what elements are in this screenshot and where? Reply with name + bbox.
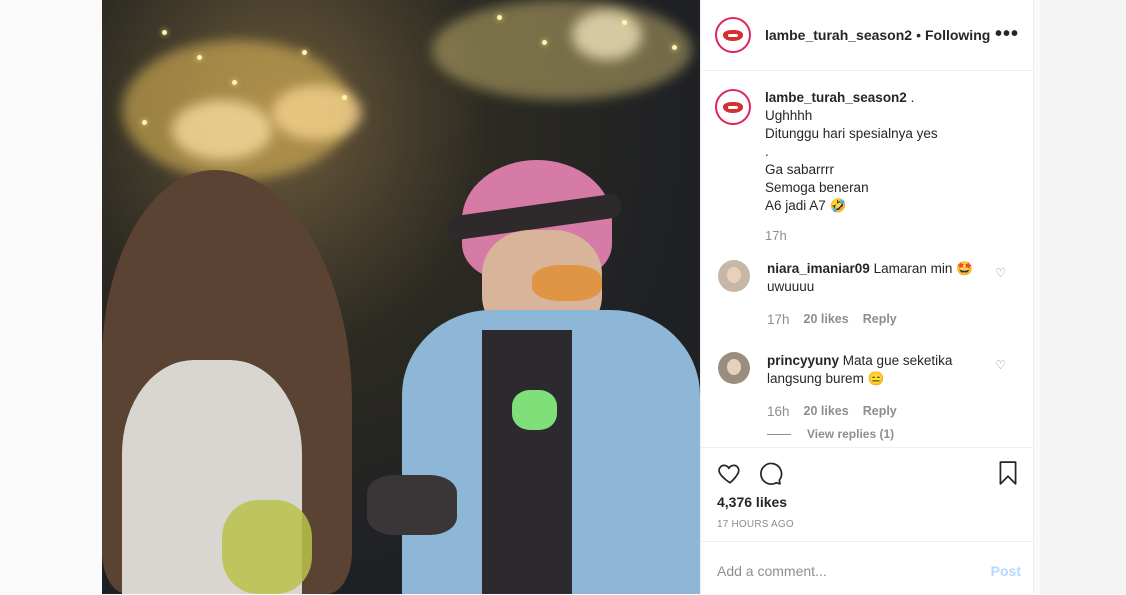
caption-line: lambe_turah_season2 .	[765, 90, 915, 105]
post-header: lambe_turah_season2 • Following •••	[701, 0, 1033, 71]
comment-meta: 16h 20 likes Reply	[767, 404, 897, 419]
commenter-username[interactable]: princyyuny	[767, 353, 839, 368]
more-options-icon[interactable]: •••	[995, 23, 1019, 46]
lips-logo-icon	[723, 102, 743, 113]
heart-icon[interactable]	[717, 460, 743, 486]
post-photo[interactable]	[102, 0, 700, 594]
post-panel: lambe_turah_season2 • Following ••• lamb…	[700, 0, 1034, 594]
post-timestamp[interactable]: 17 HOURS AGO	[717, 519, 794, 530]
replies-divider	[767, 433, 791, 435]
reply-button[interactable]: Reply	[863, 404, 897, 419]
comment-item: niara_imaniar09 Lamaran min 🤩 uwuuuu ♡	[718, 260, 1018, 296]
comment-time[interactable]: 16h	[767, 404, 790, 419]
comment-meta: 17h 20 likes Reply	[767, 312, 897, 327]
comment-input[interactable]: Add a comment...	[717, 563, 827, 579]
page-backdrop	[1040, 0, 1126, 594]
comments-section: lambe_turah_season2 . Ughhhh Ditunggu ha…	[701, 71, 1033, 447]
lips-logo-icon	[723, 30, 743, 41]
caption-line: Semoga beneran	[765, 180, 869, 195]
following-button[interactable]: Following	[925, 27, 990, 43]
caption-line: Ditunggu hari spesialnya yes	[765, 126, 938, 141]
caption-line: A6 jadi A7 🤣	[765, 198, 847, 213]
view-replies-label: View replies (1)	[807, 427, 895, 441]
commenter-avatar[interactable]	[718, 352, 750, 384]
view-replies-button[interactable]: View replies (1)	[767, 427, 894, 441]
header-separator: •	[916, 27, 921, 43]
caption-line: .	[765, 144, 769, 159]
post-comment-button[interactable]: Post	[991, 563, 1021, 579]
post-caption: lambe_turah_season2 . Ughhhh Ditunggu ha…	[715, 89, 938, 245]
commenter-avatar[interactable]	[718, 260, 750, 292]
reply-button[interactable]: Reply	[863, 312, 897, 327]
like-comment-heart-icon[interactable]: ♡	[995, 266, 1006, 280]
caption-line: Ughhhh	[765, 108, 813, 123]
comment-item: princyyuny Mata gue seketika langsung bu…	[718, 352, 1018, 388]
commenter-username[interactable]: niara_imaniar09	[767, 261, 870, 276]
like-comment-heart-icon[interactable]: ♡	[995, 358, 1006, 372]
add-comment-bar: Add a comment... Post	[701, 541, 1033, 595]
bookmark-icon[interactable]	[995, 460, 1021, 486]
author-username[interactable]: lambe_turah_season2	[765, 27, 912, 43]
caption-avatar[interactable]	[715, 89, 751, 125]
caption-username[interactable]: lambe_turah_season2	[765, 90, 907, 105]
comment-likes[interactable]: 20 likes	[804, 312, 849, 327]
likes-count[interactable]: 4,376 likes	[717, 494, 787, 510]
comment-time[interactable]: 17h	[767, 312, 790, 327]
caption-time[interactable]: 17h	[765, 227, 938, 245]
comment-bubble-icon[interactable]	[757, 460, 783, 486]
comment-likes[interactable]: 20 likes	[804, 404, 849, 419]
post-actions: 4,376 likes 17 HOURS AGO	[701, 447, 1033, 530]
author-avatar[interactable]	[715, 17, 751, 53]
caption-line: Ga sabarrrr	[765, 162, 835, 177]
